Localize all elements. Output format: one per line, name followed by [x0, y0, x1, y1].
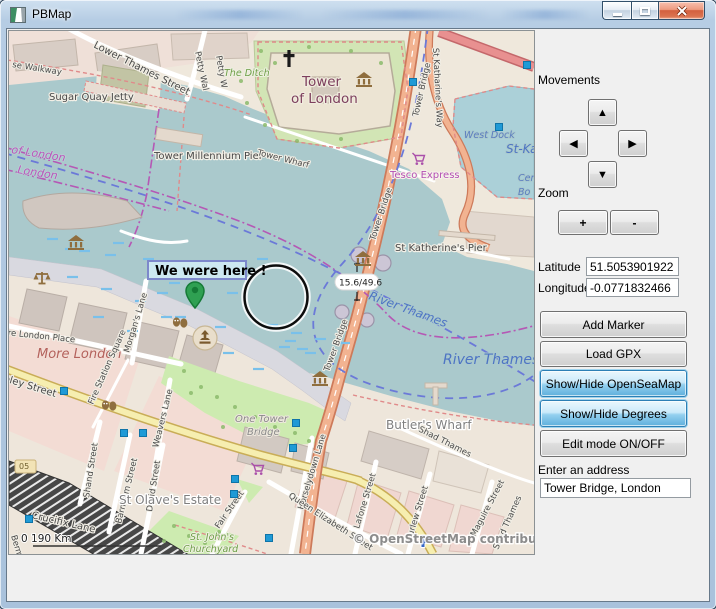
- app-icon: [10, 7, 26, 23]
- map-label: Tower Millennium Pier: [153, 151, 264, 162]
- map-label: 05: [19, 462, 29, 471]
- latitude-input[interactable]: [586, 257, 679, 276]
- glass-reflection: [500, 10, 590, 19]
- maximize-button[interactable]: [631, 1, 659, 20]
- marker-callout[interactable]: We were here !: [148, 261, 267, 279]
- map-label: West Dock: [464, 130, 515, 141]
- zoom-in-button[interactable]: +: [558, 210, 608, 235]
- edit-point[interactable]: [61, 388, 68, 395]
- map-label: Bridge: [247, 427, 280, 438]
- close-button[interactable]: [659, 1, 705, 20]
- map-label: St Olave's Estate: [119, 493, 221, 507]
- edit-point[interactable]: [231, 491, 238, 498]
- map-label: of London: [291, 91, 358, 107]
- glass-reflection: [320, 10, 490, 19]
- up-arrow-icon: ▲: [597, 107, 608, 119]
- monument-icon: [193, 326, 217, 350]
- right-arrow-icon: ▶: [628, 137, 636, 150]
- edit-point[interactable]: [290, 445, 297, 452]
- edit-point[interactable]: [26, 516, 33, 523]
- edit-point[interactable]: [266, 535, 273, 542]
- address-label: Enter an address: [538, 463, 629, 477]
- move-left-button[interactable]: ◀: [559, 130, 588, 157]
- map-label: Sugar Quay Jetty: [49, 92, 134, 103]
- close-icon: [675, 5, 689, 17]
- map-label: Cen: [518, 173, 534, 184]
- edit-point[interactable]: [232, 476, 239, 483]
- move-right-button[interactable]: ▶: [618, 130, 647, 157]
- minimize-button[interactable]: [602, 1, 631, 20]
- map-view[interactable]: We were here ! 15.6/49.6 0 190 Km se Wal…: [8, 30, 535, 555]
- map-label: Churchyard: [183, 544, 239, 554]
- add-marker-button[interactable]: Add Marker: [540, 311, 687, 338]
- pbmap-window: PBMap: [0, 0, 716, 609]
- toggle-openseamap-button[interactable]: Show/Hide OpenSeaMap: [540, 370, 687, 397]
- move-up-button[interactable]: ▲: [588, 99, 617, 126]
- maximize-icon: [640, 7, 650, 15]
- attribution-text: © OpenStreetMap contributors: [353, 532, 534, 546]
- bridge-clearance-text: 15.6/49.6: [339, 279, 382, 289]
- client-area: We were here ! 15.6/49.6 0 190 Km se Wal…: [7, 29, 709, 601]
- move-down-button[interactable]: ▼: [588, 161, 617, 188]
- map-label: One Tower: [235, 414, 289, 425]
- longitude-input[interactable]: [586, 278, 679, 297]
- minimize-icon: [613, 13, 622, 16]
- map-label: St-Katharine: [506, 142, 534, 156]
- edit-point[interactable]: [293, 420, 300, 427]
- map-label: St Katherine's Pier: [395, 243, 488, 254]
- window-title: PBMap: [32, 7, 71, 21]
- zoom-label: Zoom: [538, 186, 569, 200]
- edit-mode-button[interactable]: Edit mode ON/OFF: [540, 430, 687, 457]
- down-arrow-icon: ▼: [597, 169, 608, 181]
- building: [171, 33, 249, 60]
- caption-buttons: [602, 1, 705, 20]
- edit-point[interactable]: [524, 62, 531, 69]
- map-label: River Thames: [443, 352, 534, 368]
- edit-point[interactable]: [496, 124, 503, 131]
- glass-reflection: [175, 10, 305, 19]
- toggle-degrees-button[interactable]: Show/Hide Degrees: [540, 400, 687, 427]
- zoom-out-button[interactable]: -: [610, 210, 659, 235]
- scale-text: 0 190 Km: [21, 533, 72, 545]
- marker-callout-text: We were here !: [155, 264, 267, 279]
- movements-label: Movements: [538, 73, 600, 87]
- edit-point[interactable]: [410, 79, 417, 86]
- longitude-label: Longitude: [538, 281, 591, 295]
- map-label: The Ditch: [224, 68, 270, 79]
- load-gpx-button[interactable]: Load GPX: [540, 341, 687, 367]
- map-label: Tower: [301, 74, 342, 90]
- building: [19, 289, 67, 331]
- address-input[interactable]: [540, 478, 691, 498]
- latitude-label: Latitude: [538, 260, 581, 274]
- map-label: Bo: [518, 187, 531, 198]
- left-arrow-icon: ◀: [569, 137, 577, 150]
- map-label: Tesco Express: [389, 170, 460, 181]
- edit-point[interactable]: [140, 430, 147, 437]
- edit-point[interactable]: [121, 430, 128, 437]
- map-label: St. John's: [190, 532, 234, 543]
- titlebar[interactable]: PBMap: [0, 0, 716, 29]
